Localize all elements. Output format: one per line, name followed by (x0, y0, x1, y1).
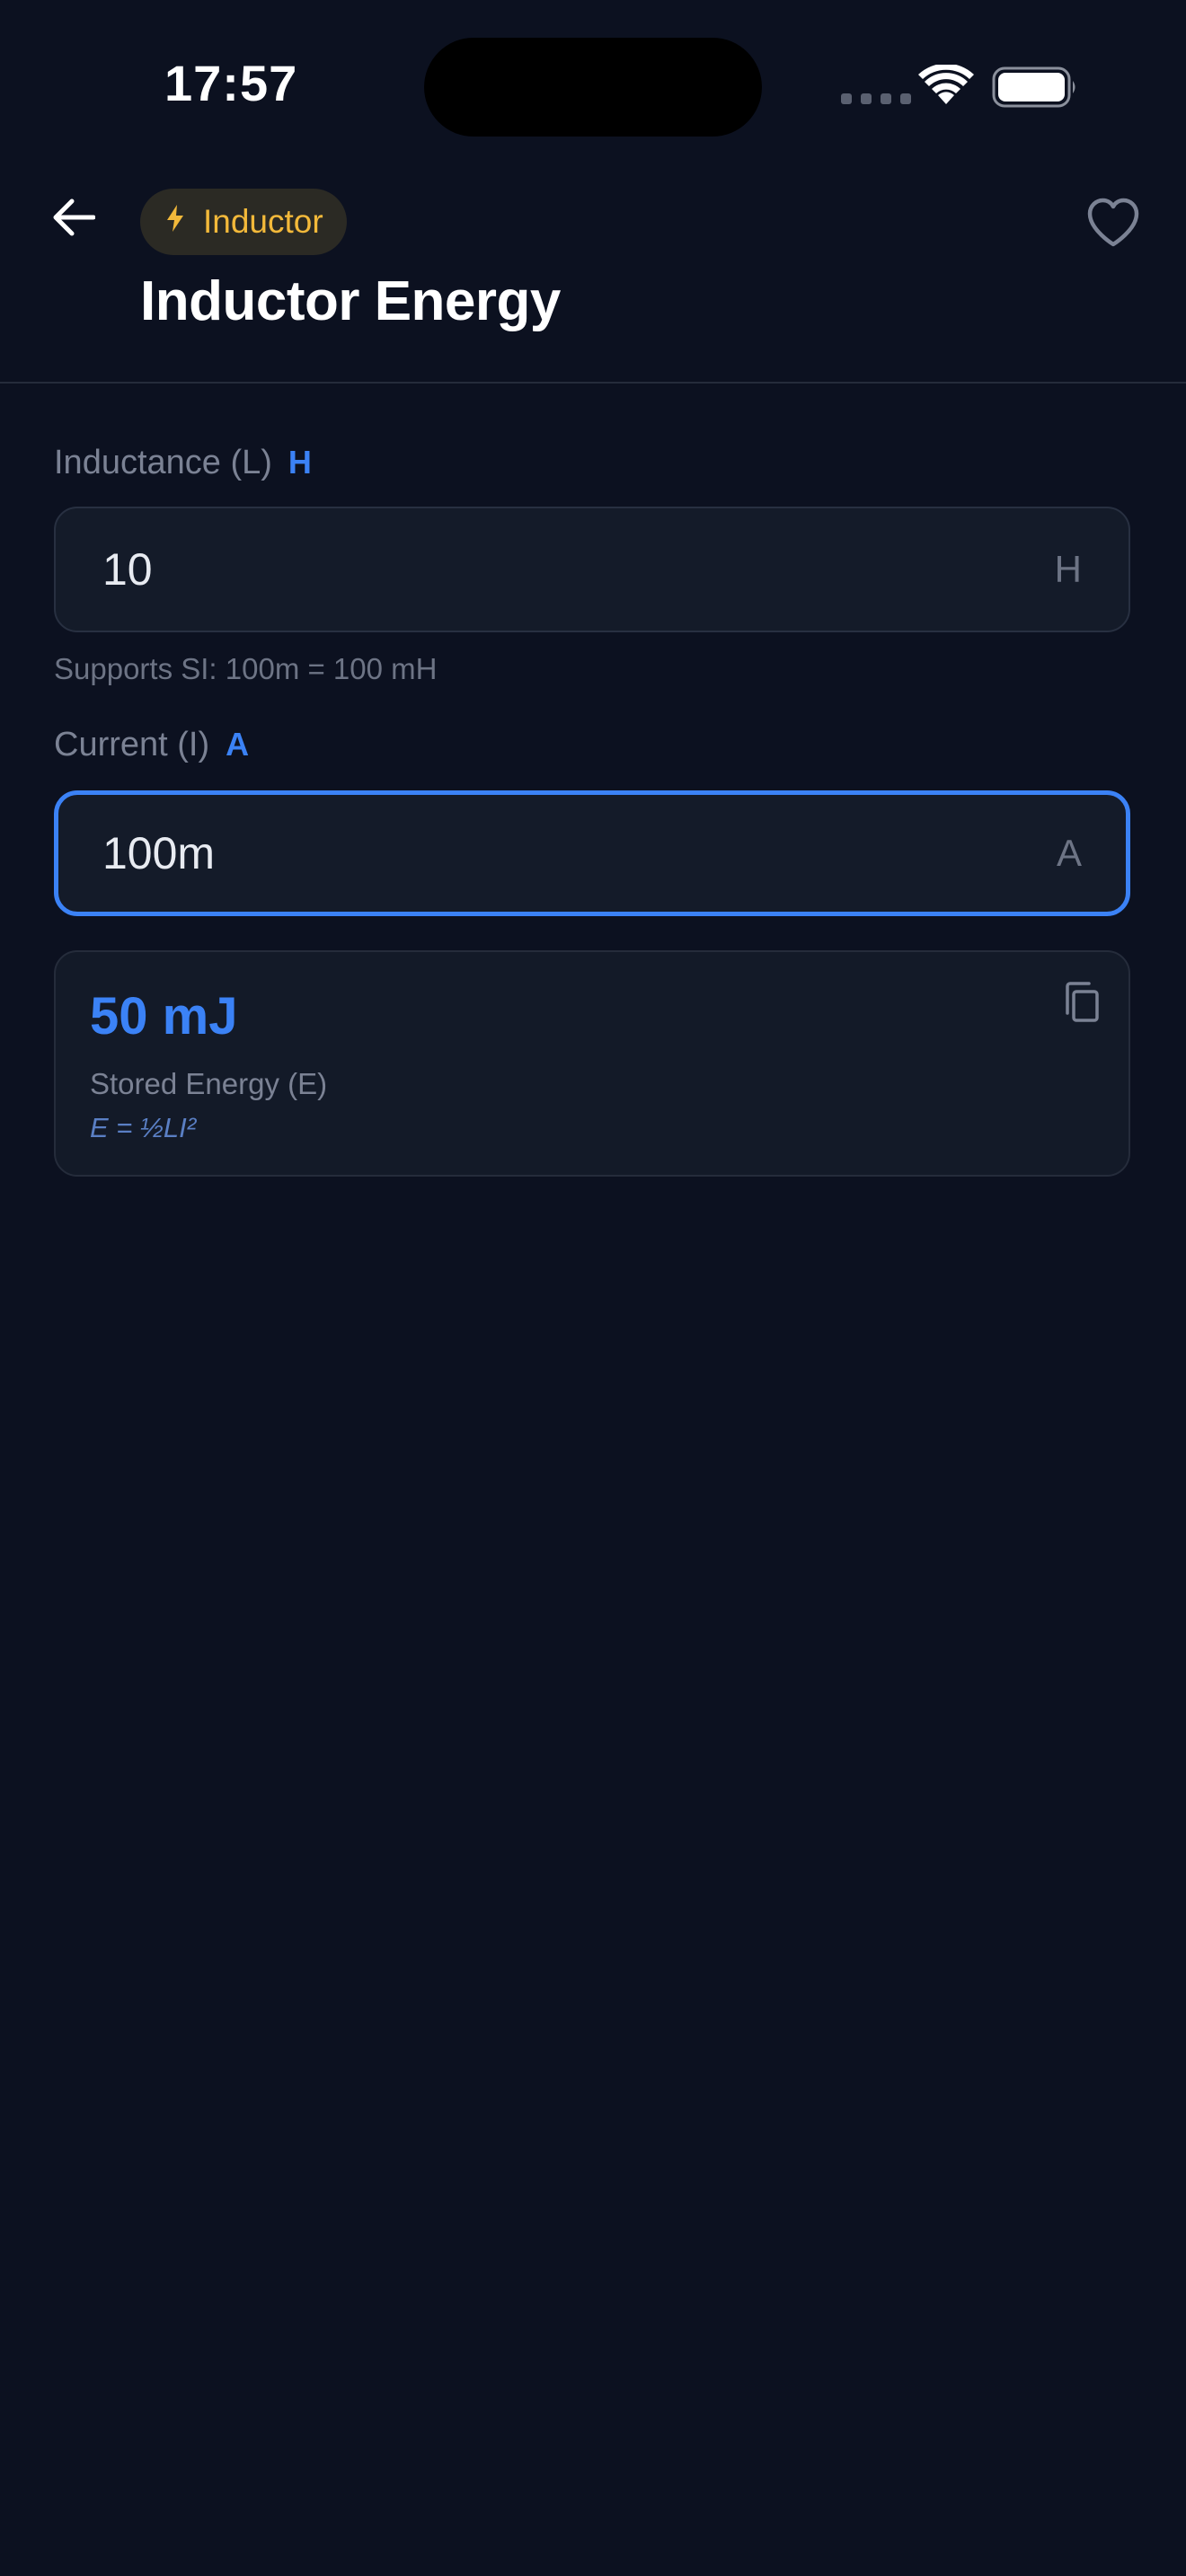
current-input-suffix: A (1056, 832, 1082, 874)
inductance-unit-tag: H (288, 444, 312, 481)
result-formula: E = ½LI² (90, 1112, 197, 1143)
current-input[interactable]: 100m A (54, 790, 1130, 916)
result-value: 50 mJ (90, 987, 238, 1045)
current-label-text: Current (I) (54, 726, 210, 763)
page-title: Inductor Energy (140, 270, 561, 332)
current-input-value[interactable]: 100m (102, 827, 215, 879)
inductance-input[interactable]: 10 H (54, 507, 1130, 632)
back-button[interactable] (45, 190, 102, 248)
result-card: 50 mJ Stored Energy (E) E = ½LI² (54, 950, 1130, 1177)
dynamic-island (424, 38, 762, 137)
header-divider (0, 382, 1186, 384)
lightning-bolt-icon (165, 203, 185, 241)
wifi-icon (918, 63, 974, 110)
inductance-input-suffix: H (1054, 548, 1082, 590)
inductance-label-text: Inductance (L) (54, 444, 272, 481)
category-badge[interactable]: Inductor (140, 189, 347, 255)
result-label: Stored Energy (E) (90, 1067, 328, 1100)
inductance-label: Inductance (L) H (54, 444, 312, 482)
category-label: Inductor (203, 203, 323, 240)
inductance-input-value[interactable]: 10 (102, 543, 153, 595)
heart-outline-icon (1085, 198, 1141, 255)
copy-icon (1058, 982, 1105, 1029)
favorite-button[interactable] (1085, 196, 1141, 251)
copy-button[interactable] (1058, 979, 1105, 1026)
cellular-signal-icon (841, 93, 911, 104)
current-unit-tag: A (226, 726, 250, 763)
inductance-hint: Supports SI: 100m = 100 mH (54, 652, 438, 685)
battery-icon (992, 66, 1078, 112)
current-label: Current (I) A (54, 726, 249, 764)
arrow-left-icon (52, 198, 96, 242)
status-time: 17:57 (164, 55, 298, 111)
